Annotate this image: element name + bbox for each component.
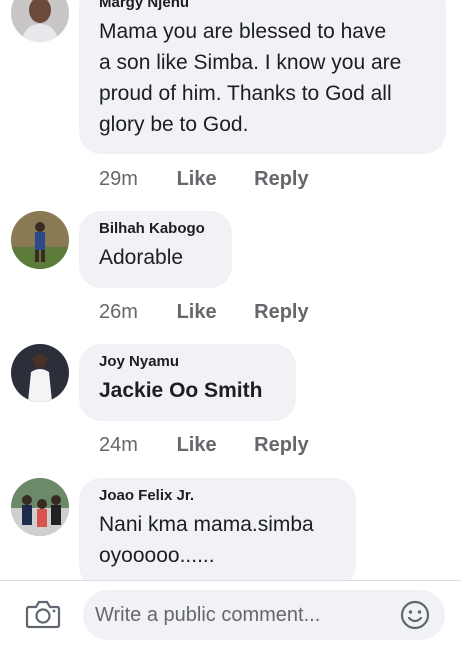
comment-bubble[interactable]: Bilhah Kabogo Adorable (79, 211, 232, 288)
like-button[interactable]: Like (177, 433, 249, 457)
camera-icon[interactable] (25, 599, 61, 629)
comment-text: Mama you are blessed to have a son like … (99, 20, 402, 136)
comment-time[interactable]: 29m (99, 167, 171, 191)
avatar[interactable] (11, 344, 69, 402)
comment-text: Adorable (99, 246, 184, 269)
avatar[interactable] (11, 211, 69, 269)
mention-link[interactable]: Jackie Oo Smith (99, 375, 276, 406)
avatar[interactable] (11, 478, 69, 536)
comment-author[interactable]: Margy Njehu (99, 0, 426, 12)
comment-author[interactable]: Joy Nyamu (99, 353, 276, 371)
comment-meta: 29m Like Reply (99, 167, 309, 191)
like-button[interactable]: Like (177, 300, 249, 324)
comment-text: Nani kma mama.simba oyooooo...... (99, 513, 314, 567)
comment-bubble[interactable]: Joy Nyamu Jackie Oo Smith (79, 344, 296, 421)
comment-time[interactable]: 24m (99, 433, 171, 457)
comment-text: Jackie Oo Smith (99, 375, 276, 406)
smiley-icon[interactable] (399, 599, 431, 631)
comment-author[interactable]: Joao Felix Jr. (99, 487, 336, 505)
comment-time[interactable]: 26m (99, 300, 171, 324)
comment-input-placeholder: Write a public comment... (95, 604, 321, 626)
avatar[interactable] (11, 0, 69, 42)
comment-author[interactable]: Bilhah Kabogo (99, 220, 212, 238)
comment-input[interactable]: Write a public comment... (83, 590, 445, 640)
comment-composer: Write a public comment... (0, 580, 461, 648)
comment-meta: 26m Like Reply (99, 300, 309, 324)
reply-button[interactable]: Reply (254, 433, 308, 457)
comment-bubble[interactable]: Joao Felix Jr. Nani kma mama.simba oyooo… (79, 478, 356, 580)
comment-meta: 24m Like Reply (99, 433, 309, 457)
comment-bubble[interactable]: Margy Njehu Mama you are blessed to have… (79, 0, 446, 154)
comments-list: Margy Njehu Mama you are blessed to have… (0, 0, 461, 580)
like-button[interactable]: Like (177, 167, 249, 191)
reply-button[interactable]: Reply (254, 167, 308, 191)
reply-button[interactable]: Reply (254, 300, 308, 324)
